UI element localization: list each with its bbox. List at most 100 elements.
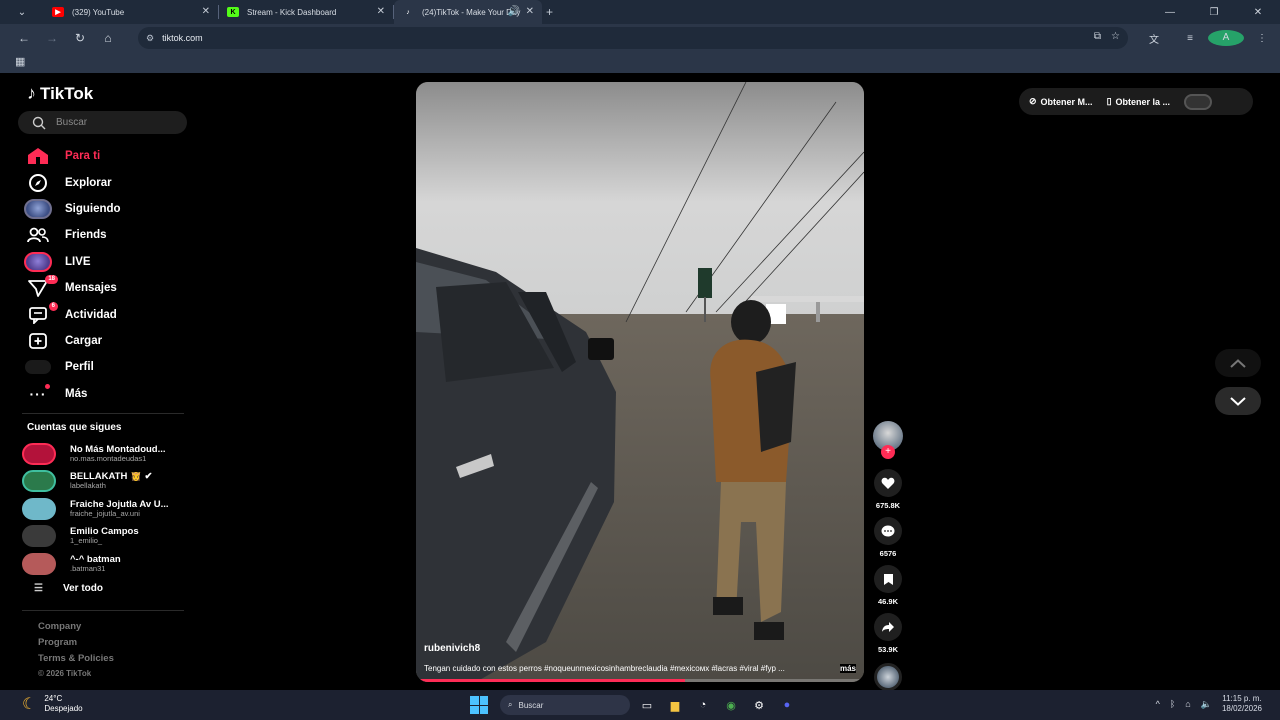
sidebar-item-actividad[interactable]: 6 Actividad bbox=[22, 301, 192, 327]
home-icon[interactable]: ⌂ bbox=[94, 31, 122, 45]
close-tab-icon[interactable]: ✕ bbox=[202, 6, 210, 17]
sidebar-item-mas[interactable]: ··· Más bbox=[22, 381, 192, 407]
bookmark-star-icon[interactable]: ☆ bbox=[1111, 31, 1120, 42]
sidebar-item-perfil[interactable]: Perfil bbox=[22, 354, 192, 380]
sidebar-item-live[interactable]: LIVE bbox=[22, 249, 192, 275]
search-icon bbox=[32, 116, 46, 129]
chevron-up-icon[interactable]: ^ bbox=[1156, 699, 1160, 709]
following-account[interactable]: Fraiche Jojutla Av U... fraiche_jojutla_… bbox=[22, 495, 192, 523]
music-disc-icon[interactable] bbox=[874, 663, 902, 691]
sidebar-item-friends[interactable]: Friends bbox=[22, 222, 192, 248]
following-section-title: Cuentas que sigues bbox=[27, 422, 122, 433]
search-input[interactable]: Buscar bbox=[18, 111, 187, 134]
divider bbox=[22, 413, 184, 414]
following-account[interactable]: Emilio Campos 1_emilio_ bbox=[22, 523, 192, 551]
share-count: 53.9K bbox=[877, 645, 898, 654]
account-username: .batman31 bbox=[70, 563, 106, 573]
footer-link-program[interactable]: Program bbox=[38, 637, 114, 653]
tiktok-logo[interactable]: ♪ TikTok bbox=[27, 83, 93, 104]
caption-text: Tengan cuidado con estos perros #noqueun… bbox=[424, 664, 785, 673]
account-username: no.mas.montadeudas1 bbox=[70, 453, 147, 463]
tab-youtube[interactable]: ▶ (329) YouTube ✕ bbox=[44, 0, 218, 24]
close-window-icon[interactable]: ✕ bbox=[1236, 7, 1280, 18]
tab-kick[interactable]: K Stream - Kick Dashboard ✕ bbox=[219, 0, 393, 24]
previous-video-button[interactable] bbox=[1215, 349, 1261, 377]
close-tab-icon[interactable]: ✕ bbox=[526, 6, 534, 17]
menu-kebab-icon[interactable]: ⋮ bbox=[1244, 33, 1280, 44]
install-app-icon[interactable]: ⧉ bbox=[1094, 31, 1101, 42]
upload-icon bbox=[22, 331, 54, 351]
chrome-icon[interactable]: ◉ bbox=[720, 694, 742, 716]
sidebar-item-label: Más bbox=[65, 387, 88, 400]
speaker-icon[interactable]: 🔊 bbox=[508, 6, 520, 17]
video-player[interactable]: rubenivich8 Tengan cuidado con estos per… bbox=[416, 82, 864, 682]
taskbar-search[interactable]: ⌕ Buscar bbox=[500, 695, 630, 715]
tab-search-chevron-icon[interactable]: ⌄ bbox=[0, 0, 44, 24]
following-account[interactable]: ^-^ batman .batman31 bbox=[22, 550, 192, 578]
share-button[interactable] bbox=[874, 613, 902, 641]
activity-icon: 6 bbox=[22, 301, 58, 325]
next-video-button[interactable] bbox=[1215, 387, 1261, 415]
volume-icon[interactable]: 🔈 bbox=[1201, 699, 1212, 710]
caption-more-button[interactable]: más bbox=[839, 664, 856, 673]
footer-link-terms[interactable]: Terms & Policies bbox=[38, 653, 114, 669]
restore-icon[interactable]: ❐ bbox=[1192, 7, 1236, 18]
windows-start-icon[interactable] bbox=[470, 696, 488, 714]
footer-link-company[interactable]: Company bbox=[38, 621, 114, 637]
profile-button[interactable]: A bbox=[1208, 30, 1244, 46]
video-username[interactable]: rubenivich8 bbox=[424, 643, 480, 654]
sidebar-item-label: Friends bbox=[65, 229, 107, 242]
sidebar-item-siguiendo[interactable]: Siguiendo bbox=[22, 196, 192, 222]
new-tab-icon[interactable]: + bbox=[546, 5, 553, 19]
browser-tab-bar: ⌄ ▶ (329) YouTube ✕ K Stream - Kick Dash… bbox=[0, 0, 1280, 24]
search-icon: ⌕ bbox=[508, 700, 513, 709]
save-button[interactable] bbox=[874, 565, 902, 593]
minimize-icon[interactable]: — bbox=[1148, 7, 1192, 18]
forward-icon[interactable]: → bbox=[38, 31, 66, 45]
following-account[interactable]: BELLAKATH 👸 ✔ labellakath bbox=[22, 468, 192, 496]
sidebar-item-label: Mensajes bbox=[65, 282, 117, 295]
activity-badge: 6 bbox=[48, 301, 58, 311]
sidebar-item-mensajes[interactable]: 18 Mensajes bbox=[22, 275, 192, 301]
account-avatar bbox=[22, 497, 56, 520]
sidebar-item-label: Para ti bbox=[65, 150, 101, 163]
close-tab-icon[interactable]: ✕ bbox=[377, 6, 385, 17]
like-button[interactable] bbox=[874, 469, 902, 497]
address-bar[interactable]: ⚙ tiktok.com ⧉ ☆ bbox=[138, 27, 1128, 49]
account-username: 1_emilio_ bbox=[70, 536, 103, 546]
comment-button[interactable] bbox=[874, 517, 902, 545]
tab-title: (24)TikTok - Make Your Day bbox=[422, 7, 521, 17]
account-avatar bbox=[22, 442, 56, 465]
back-icon[interactable]: ← bbox=[10, 31, 38, 45]
task-view-icon[interactable]: ▭ bbox=[636, 694, 658, 716]
sidebar-item-cargar[interactable]: Cargar bbox=[22, 328, 192, 354]
video-progress-bar[interactable] bbox=[416, 679, 864, 682]
system-clock[interactable]: 11:15 p. m. 18/02/2026 bbox=[1222, 694, 1262, 714]
following-account[interactable]: No Más Montadoud... no.mas.montadeudas1 bbox=[22, 440, 192, 468]
theme-toggle[interactable] bbox=[1184, 93, 1213, 110]
translate-icon[interactable]: 文 bbox=[1136, 31, 1172, 46]
bluetooth-icon[interactable]: ᛒ bbox=[1170, 699, 1175, 709]
sidebar-item-para-ti[interactable]: Para ti bbox=[22, 143, 192, 169]
discord-icon[interactable]: ● bbox=[776, 694, 798, 716]
see-all-button[interactable]: ☰ Ver todo bbox=[34, 583, 103, 594]
media-controls-icon[interactable]: ≡ bbox=[1172, 33, 1208, 44]
reload-icon[interactable]: ↻ bbox=[66, 31, 94, 45]
app-icon[interactable]: ⚙ bbox=[748, 694, 770, 716]
tab-tiktok[interactable]: ♪ (24)TikTok - Make Your Day 🔊 ✕ bbox=[394, 0, 542, 24]
get-mobile-app-button[interactable]: ▯ Obtener la ... bbox=[1107, 96, 1170, 107]
sidebar-item-label: Perfil bbox=[65, 361, 94, 374]
get-desktop-app-button[interactable]: ⊘ Obtener M... bbox=[1029, 96, 1093, 107]
apps-grid-icon[interactable]: ▦ bbox=[15, 55, 25, 68]
sidebar-item-explorar[interactable]: Explorar bbox=[22, 169, 192, 195]
follow-plus-icon[interactable]: + bbox=[881, 445, 895, 459]
save-count: 46.9K bbox=[877, 597, 898, 606]
chevron-up-icon bbox=[1230, 358, 1246, 368]
network-icon[interactable]: ⌂ bbox=[1185, 699, 1190, 709]
creator-avatar[interactable]: + bbox=[873, 421, 903, 459]
weather-widget[interactable]: ☾ 24°C Despejado bbox=[22, 694, 83, 714]
comment-count: 6576 bbox=[879, 549, 897, 558]
file-explorer-icon[interactable]: ▆ bbox=[664, 694, 686, 716]
clock-app-icon[interactable]: ◔ bbox=[692, 694, 714, 716]
site-info-icon[interactable]: ⚙ bbox=[146, 33, 154, 44]
